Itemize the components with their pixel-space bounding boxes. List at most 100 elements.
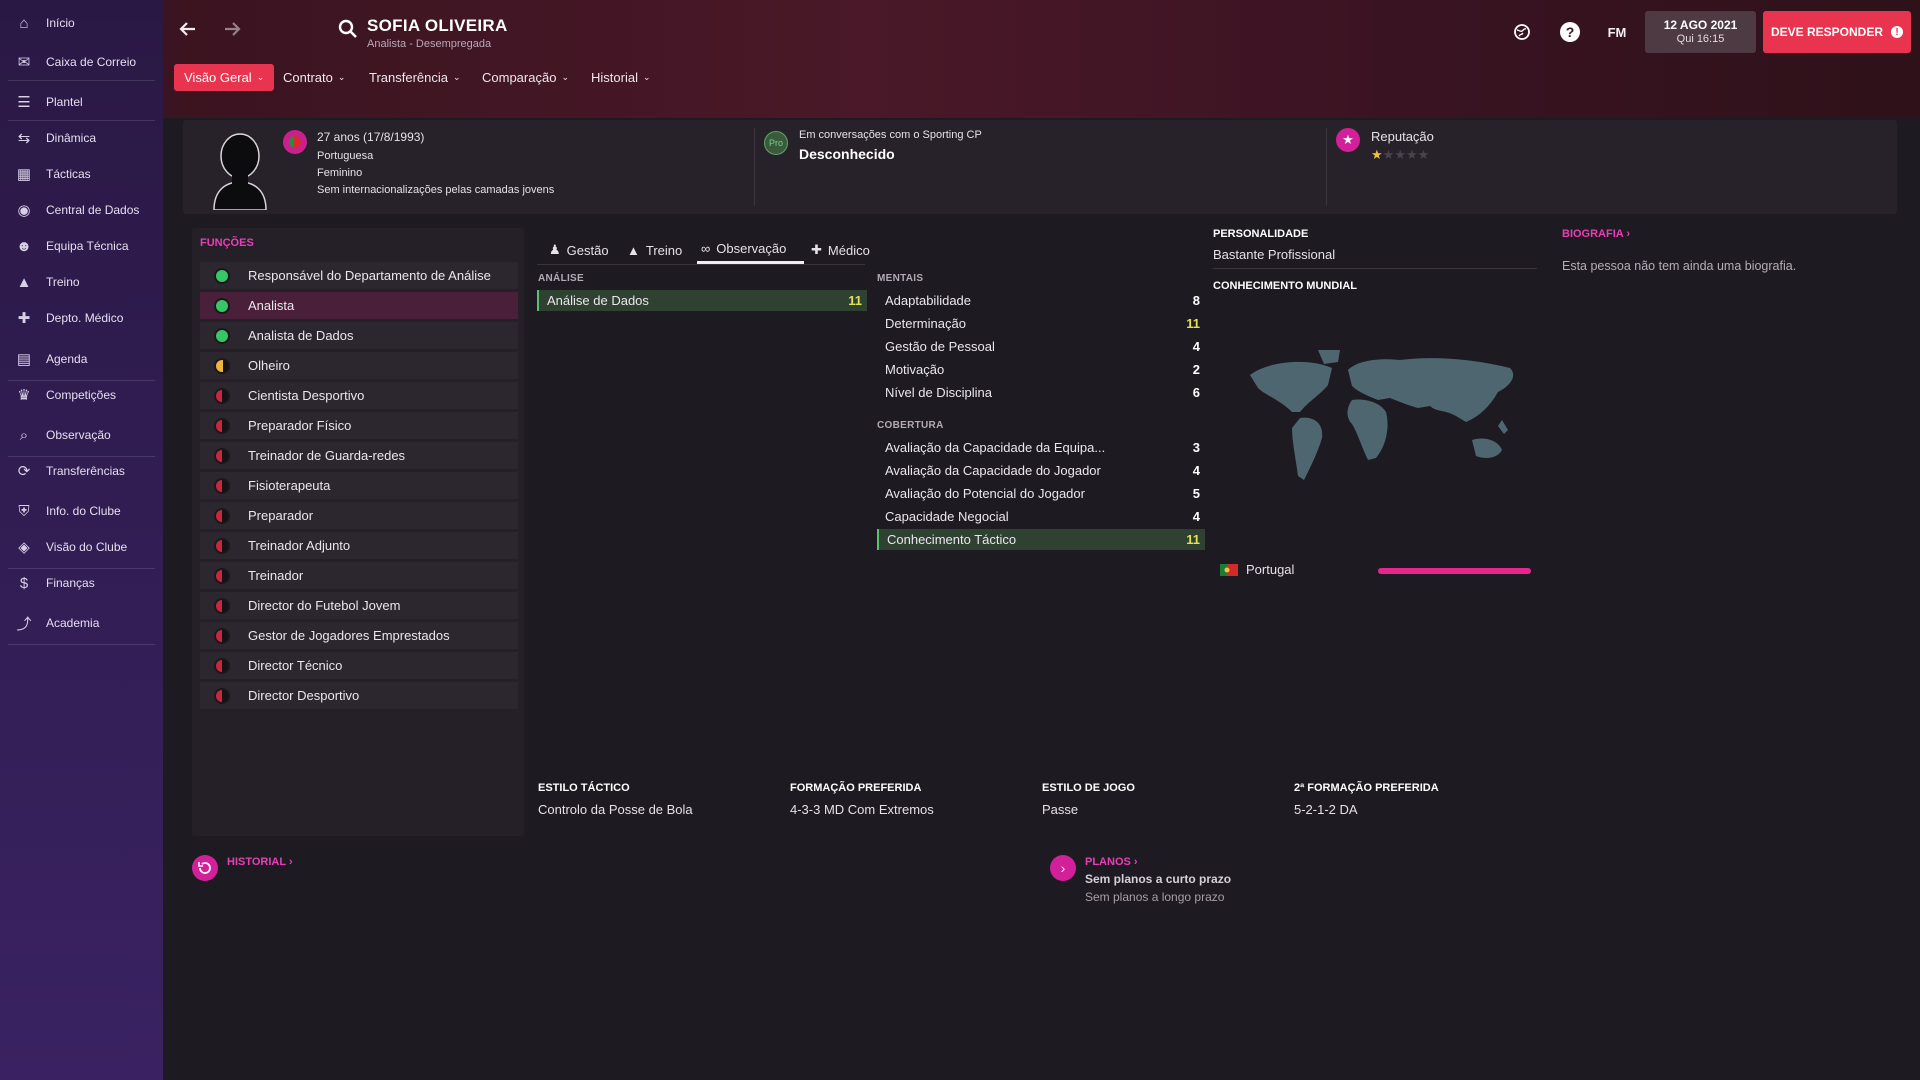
role-row[interactable]: Treinador <box>200 562 518 589</box>
sidebar-divider <box>8 120 155 121</box>
attribute-row: Avaliação do Potencial do Jogador 5 <box>877 483 1205 504</box>
sidebar-item-staff[interactable]: ☻ Equipa Técnica <box>0 231 163 261</box>
subtab-label: Gestão <box>566 242 609 258</box>
role-label: Analista de Dados <box>248 328 354 343</box>
sidebar-item-tactics[interactable]: ▦ Tácticas <box>0 159 163 189</box>
tab-contrato[interactable]: Contrato ⌄ <box>273 64 355 91</box>
second-formation-value: 5-2-1-2 DA <box>1294 802 1358 817</box>
tab-label: Historial <box>591 70 638 85</box>
sidebar-item-trophy[interactable]: ♛ Competições <box>0 380 163 410</box>
knowledge-bar-track <box>1378 568 1531 574</box>
sidebar-item-home[interactable]: ⌂ Início <box>0 8 163 38</box>
attribute-row: Capacidade Negocial 4 <box>877 506 1205 527</box>
world-map <box>1240 350 1540 500</box>
current-time: Qui 16:15 <box>1676 33 1725 45</box>
role-row[interactable]: Director do Futebol Jovem <box>200 592 518 619</box>
management-icon: ♟ <box>549 242 561 257</box>
search-icon[interactable] <box>337 18 359 40</box>
reputation-star: ★ <box>1371 147 1383 162</box>
sidebar-item-calendar[interactable]: ▤ Agenda <box>0 344 163 374</box>
coverage-label: COBERTURA <box>877 420 944 431</box>
tab-visao-geral[interactable]: Visão Geral ⌄ <box>174 64 275 91</box>
role-row[interactable]: Responsável do Departamento de Análise <box>200 262 518 289</box>
tab-label: Contrato <box>283 70 333 85</box>
plans-link[interactable]: PLANOS › <box>1085 856 1138 868</box>
sidebar-item-finances[interactable]: $ Finanças <box>0 568 163 598</box>
sidebar-item-inbox[interactable]: ✉ Caixa de Correio <box>0 47 163 77</box>
scouting-icon: ⌕ <box>19 426 29 444</box>
role-row[interactable]: Treinador Adjunto <box>200 532 518 559</box>
role-row[interactable]: Preparador <box>200 502 518 529</box>
sidebar-item-training[interactable]: ▲ Treino <box>0 267 163 297</box>
history-icon[interactable] <box>192 855 218 881</box>
inbox-icon: ✉ <box>17 54 31 71</box>
help-icon[interactable]: ? <box>1559 21 1581 43</box>
role-row[interactable]: Fisioterapeuta <box>200 472 518 499</box>
sidebar-item-scouting[interactable]: ⌕ Observação <box>0 420 163 450</box>
home-icon: ⌂ <box>19 14 29 32</box>
medical-icon: ✚ <box>17 310 31 327</box>
divider <box>1213 268 1537 269</box>
tactics-icon: ▦ <box>16 166 32 183</box>
role-status-dot <box>214 417 230 434</box>
role-row[interactable]: Director Desportivo <box>200 682 518 709</box>
sidebar-item-dynamics[interactable]: ⇆ Dinâmica <box>0 123 163 153</box>
roles-title: FUNÇÕES <box>200 237 254 249</box>
preferred-formation-value: 4-3-3 MD Com Extremos <box>790 802 934 817</box>
history-link[interactable]: HISTORIAL › <box>227 856 293 868</box>
person-name: SOFIA OLIVEIRA <box>367 16 508 35</box>
attribute-row: Avaliação da Capacidade da Equipa... 3 <box>877 437 1205 458</box>
role-row[interactable]: Preparador Físico <box>200 412 518 439</box>
attribute-name: Gestão de Pessoal <box>885 339 995 354</box>
sidebar-divider <box>8 80 155 81</box>
tab-transferencia[interactable]: Transferência ⌄ <box>359 64 471 91</box>
world-icon[interactable] <box>1511 21 1533 43</box>
role-row[interactable]: Cientista Desportivo <box>200 382 518 409</box>
biography-link[interactable]: BIOGRAFIA › <box>1562 228 1630 240</box>
forward-arrow-icon[interactable] <box>221 18 243 47</box>
play-style-value: Passe <box>1042 802 1079 817</box>
preferred-formation-label: FORMAÇÃO PREFERIDA <box>790 782 922 794</box>
role-label: Director Técnico <box>248 658 343 673</box>
attribute-name: Capacidade Negocial <box>885 509 1009 524</box>
subtab-medico[interactable]: ✚ Médico <box>807 236 874 264</box>
back-arrow-icon[interactable] <box>177 18 199 47</box>
sidebar-item-squad[interactable]: ☰ Plantel <box>0 87 163 117</box>
sidebar-item-club-vision[interactable]: ◈ Visão do Clube <box>0 532 163 562</box>
sidebar-item-transfers[interactable]: ⟳ Transferências <box>0 456 163 486</box>
respond-label: DEVE RESPONDER <box>1770 25 1884 39</box>
subtab-gestao[interactable]: ♟ Gestão <box>545 236 613 264</box>
sidebar-item-label: Central de Dados <box>46 203 140 217</box>
role-status-dot <box>214 447 230 464</box>
subtab-observacao[interactable]: ∞ Observação <box>697 236 804 264</box>
reputation-label: Reputação <box>1371 129 1434 144</box>
sidebar-divider <box>8 644 155 645</box>
role-row[interactable]: Olheiro <box>200 352 518 379</box>
plans-label: PLANOS <box>1085 856 1131 868</box>
sidebar-item-label: Info. do Clube <box>46 504 121 518</box>
sidebar-item-academy[interactable]: ⤴ Academia <box>0 608 163 638</box>
sidebar-item-club-info[interactable]: ⛨ Info. do Clube <box>0 496 163 526</box>
chevron-down-icon: ⌄ <box>453 72 461 82</box>
date-box[interactable]: 12 AGO 2021 Qui 16:15 <box>1645 11 1756 53</box>
tab-comparacao[interactable]: Comparação ⌄ <box>472 64 579 91</box>
tab-historial[interactable]: Historial ⌄ <box>581 64 661 91</box>
role-row[interactable]: Analista de Dados <box>200 322 518 349</box>
role-row[interactable]: Director Técnico <box>200 652 518 679</box>
plans-chevron-icon[interactable]: › <box>1050 855 1076 881</box>
fm-menu-button[interactable]: FM <box>1603 21 1631 43</box>
training-icon: ▲ <box>627 242 640 258</box>
respond-button[interactable]: DEVE RESPONDER ! <box>1763 11 1911 53</box>
role-status-dot <box>214 567 230 584</box>
sidebar-item-medical[interactable]: ✚ Depto. Médico <box>0 303 163 333</box>
role-row[interactable]: Treinador de Guarda-redes <box>200 442 518 469</box>
role-row[interactable]: Analista <box>200 292 518 319</box>
chevron-down-icon: ⌄ <box>256 72 265 82</box>
attribute-name: Motivação <box>885 362 945 377</box>
sidebar-item-label: Caixa de Correio <box>46 55 137 69</box>
role-row[interactable]: Gestor de Jogadores Emprestados <box>200 622 518 649</box>
play-style-label: ESTILO DE JOGO <box>1042 782 1135 794</box>
sidebar-item-data-hub[interactable]: ◉ Central de Dados <box>0 195 163 225</box>
subtab-treino[interactable]: ▲ Treino <box>623 236 686 264</box>
second-formation-label: 2ª FORMAÇÃO PREFERIDA <box>1294 782 1439 794</box>
